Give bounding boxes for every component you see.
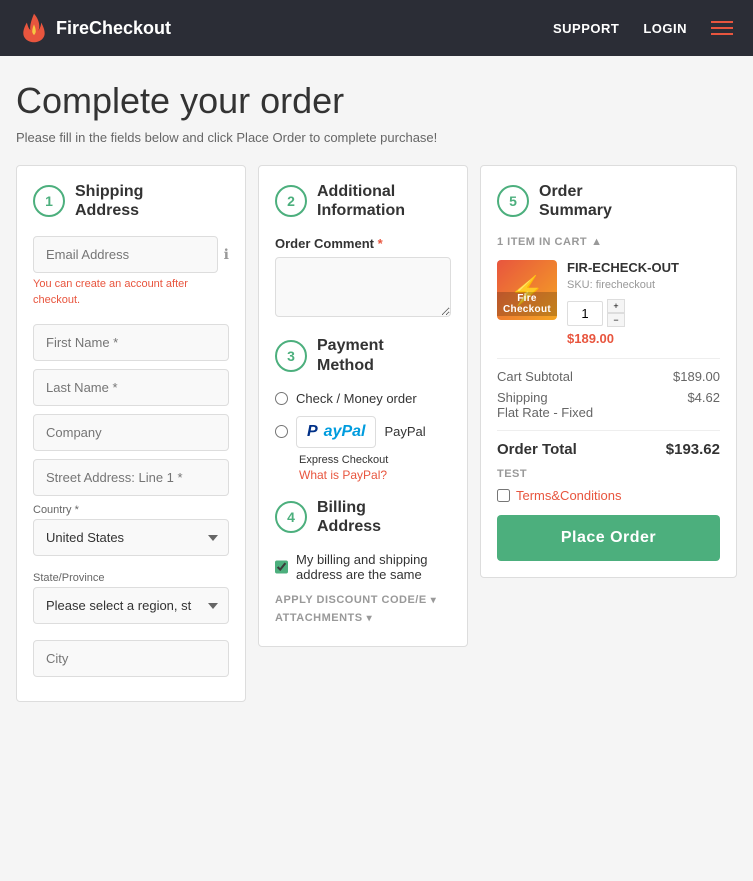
- hamburger-line-1: [711, 21, 733, 23]
- cart-subtotal-row: Cart Subtotal $189.00: [497, 369, 720, 384]
- same-address-checkbox[interactable]: [275, 560, 288, 574]
- qty-control: + −: [567, 299, 720, 327]
- step-3-circle: 3: [275, 340, 307, 372]
- payment-title: Payment Method: [317, 336, 384, 374]
- summary-title: Order Summary: [539, 182, 612, 220]
- express-checkout-text: Express Checkout: [299, 454, 451, 466]
- hamburger-line-3: [711, 33, 733, 35]
- paypal-logo-box: PayPal: [296, 416, 376, 448]
- state-select[interactable]: Please select a region, st: [33, 587, 229, 624]
- page-title: Complete your order: [16, 80, 737, 122]
- discount-chevron-icon: ▾: [431, 595, 437, 606]
- shipping-price: $4.62: [687, 390, 720, 420]
- country-label: Country *: [33, 504, 229, 516]
- email-info-icon[interactable]: ℹ: [224, 246, 229, 263]
- account-hint: You can create an account after checkout…: [33, 277, 229, 308]
- shipping-sub-label: Flat Rate - Fixed: [497, 405, 593, 420]
- qty-input[interactable]: [567, 301, 603, 326]
- discount-collapse[interactable]: APPLY DISCOUNT CODE/E ▾: [275, 594, 451, 606]
- check-label: Check / Money order: [296, 391, 417, 406]
- order-comment-textarea[interactable]: [275, 257, 451, 317]
- page-subtitle: Please fill in the fields below and clic…: [16, 130, 737, 145]
- summary-divider-2: [497, 430, 720, 431]
- shipping-address-section: 1 Shipping Address ℹ You can create an a…: [16, 165, 246, 702]
- terms-link[interactable]: Terms&Conditions: [516, 488, 622, 503]
- cart-subtotal-label: Cart Subtotal: [497, 369, 573, 384]
- billing-header: 4 Billing Address: [275, 498, 451, 536]
- paypal-radio[interactable]: [275, 425, 288, 438]
- product-sku: SKU: firecheckout: [567, 279, 720, 291]
- qty-buttons: + −: [607, 299, 625, 327]
- qty-down-button[interactable]: −: [607, 313, 625, 327]
- shipping-row: Shipping Flat Rate - Fixed $4.62: [497, 390, 720, 420]
- shipping-title: Shipping Address: [75, 182, 143, 220]
- form-columns: 1 Shipping Address ℹ You can create an a…: [16, 165, 737, 702]
- billing-address-section: 4 Billing Address My billing and shippin…: [275, 498, 451, 624]
- additional-title: Additional Information: [317, 182, 451, 220]
- product-price: $189.00: [567, 331, 720, 346]
- place-order-button[interactable]: Place Order: [497, 515, 720, 561]
- state-label: State/Province: [33, 572, 229, 584]
- what-is-paypal-link[interactable]: What is PayPal?: [299, 468, 387, 482]
- hamburger-menu[interactable]: [711, 21, 733, 35]
- logo: FireCheckout: [20, 12, 171, 44]
- street-field[interactable]: [33, 459, 229, 496]
- first-name-field[interactable]: [33, 324, 229, 361]
- country-group: Country * United States: [33, 504, 229, 564]
- paypal-option[interactable]: PayPal PayPal: [275, 416, 451, 448]
- logo-text: FireCheckout: [56, 18, 171, 39]
- billing-title: Billing Address: [317, 498, 381, 536]
- step-5-circle: 5: [497, 185, 529, 217]
- login-link[interactable]: LOGIN: [643, 21, 687, 36]
- shipping-header: 1 Shipping Address: [33, 182, 229, 220]
- order-summary-section: 5 Order Summary 1 ITEM IN CART ▲ ⚡ Fire …: [480, 165, 737, 578]
- check-money-option[interactable]: Check / Money order: [275, 391, 451, 406]
- test-label: TEST: [497, 468, 720, 480]
- order-total-label: Order Total: [497, 441, 577, 458]
- state-group: State/Province Please select a region, s…: [33, 572, 229, 632]
- company-field[interactable]: [33, 414, 229, 451]
- cart-subtotal-value: $189.00: [673, 369, 720, 384]
- paypal-label: PayPal: [384, 424, 425, 439]
- cart-chevron-icon: ▲: [591, 236, 602, 248]
- order-total-row: Order Total $193.62: [497, 441, 720, 458]
- summary-divider-1: [497, 358, 720, 359]
- additional-header: 2 Additional Information: [275, 182, 451, 220]
- payment-header: 3 Payment Method: [275, 336, 451, 374]
- shipping-label-group: Shipping Flat Rate - Fixed: [497, 390, 593, 420]
- summary-header: 5 Order Summary: [497, 182, 720, 220]
- check-radio[interactable]: [275, 392, 288, 405]
- same-address-label: My billing and shipping address are the …: [296, 552, 451, 582]
- product-image: ⚡ Fire Checkout: [497, 260, 557, 320]
- product-image-label: Fire Checkout: [497, 292, 557, 316]
- product-name: FIR-ECHECK-OUT: [567, 260, 720, 277]
- email-field[interactable]: [33, 236, 218, 273]
- email-row: ℹ: [33, 236, 229, 273]
- support-link[interactable]: SUPPORT: [553, 21, 619, 36]
- shipping-label: Shipping: [497, 390, 593, 405]
- flame-icon: [20, 12, 48, 44]
- hamburger-line-2: [711, 27, 733, 29]
- terms-row: Terms&Conditions: [497, 488, 720, 503]
- product-info: FIR-ECHECK-OUT SKU: firecheckout + − $18…: [567, 260, 720, 346]
- terms-checkbox[interactable]: [497, 489, 510, 502]
- qty-up-button[interactable]: +: [607, 299, 625, 313]
- same-address-row[interactable]: My billing and shipping address are the …: [275, 552, 451, 582]
- main-content: Complete your order Please fill in the f…: [0, 56, 753, 726]
- order-comment-label: Order Comment *: [275, 236, 451, 251]
- attachments-collapse[interactable]: ATTACHMENTS ▾: [275, 612, 451, 624]
- header: FireCheckout SUPPORT LOGIN: [0, 0, 753, 56]
- cart-count: 1 ITEM IN CART ▲: [497, 236, 720, 248]
- order-total-value: $193.62: [666, 441, 720, 458]
- main-nav: SUPPORT LOGIN: [553, 21, 733, 36]
- step-2-circle: 2: [275, 185, 307, 217]
- step-4-circle: 4: [275, 501, 307, 533]
- middle-column: 2 Additional Information Order Comment *…: [258, 165, 468, 647]
- cart-item: ⚡ Fire Checkout FIR-ECHECK-OUT SKU: fire…: [497, 260, 720, 346]
- last-name-field[interactable]: [33, 369, 229, 406]
- city-field[interactable]: [33, 640, 229, 677]
- country-select[interactable]: United States: [33, 519, 229, 556]
- attachments-chevron-icon: ▾: [367, 613, 373, 624]
- step-1-circle: 1: [33, 185, 65, 217]
